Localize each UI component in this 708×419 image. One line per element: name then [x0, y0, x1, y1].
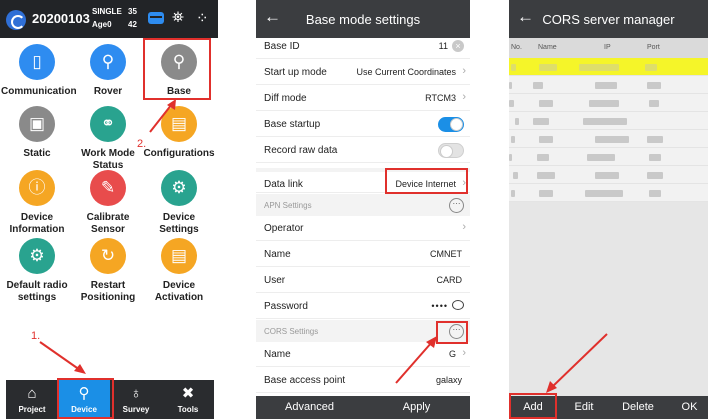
edit-button[interactable]: Edit	[561, 401, 607, 413]
base-mode-settings-screen: ← Base mode settings Base ID 11 × Start up …	[256, 0, 470, 419]
add-button-highlight	[509, 393, 557, 419]
tab-label: Survey	[122, 405, 150, 414]
tab-label: Tools	[177, 405, 199, 414]
device-menu-screen: 20200103 SINGLE Age0 35 42 ⛯ ⁘ ▯ Communic…	[0, 0, 218, 419]
apply-button[interactable]: Apply	[363, 401, 470, 413]
cors-arrow	[395, 336, 437, 384]
tab-tools[interactable]: ✖ Tools	[162, 380, 214, 419]
tab-label: Project	[18, 405, 46, 414]
bottom-action-bar: Advanced Apply	[256, 396, 470, 419]
tab-survey[interactable]: ♁ Survey	[110, 380, 162, 419]
tab-project[interactable]: ⌂ Project	[6, 380, 58, 419]
project-icon: ⌂	[27, 385, 37, 402]
advanced-button[interactable]: Advanced	[256, 401, 363, 413]
add-arrow	[546, 333, 608, 393]
ok-button[interactable]: OK	[671, 401, 708, 413]
tools-icon: ✖	[181, 385, 195, 402]
delete-button[interactable]: Delete	[611, 401, 665, 413]
cors-server-manager-screen: ← CORS server manager No. Name IP Port A…	[509, 0, 708, 419]
device-tab-highlight	[57, 378, 114, 419]
survey-icon: ♁	[130, 385, 142, 402]
step-2-arrow	[149, 99, 176, 133]
